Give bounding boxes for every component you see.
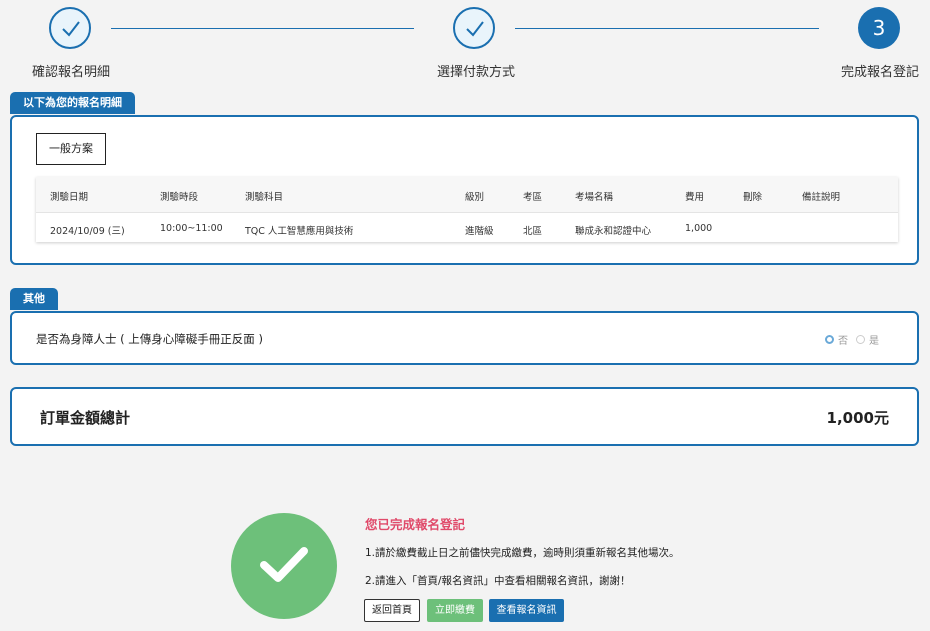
cell-subject: TQC 人工智慧應用與技術 <box>245 226 354 237</box>
col-delete: 刪除 <box>743 192 763 203</box>
other-card: 是否為身障人士 ( 上傳身心障礙手冊正反面 ) 否 是 <box>10 311 919 365</box>
radio-no-label: 否 <box>838 336 848 347</box>
col-remarks: 備註說明 <box>802 192 841 203</box>
check-icon <box>260 547 308 582</box>
cell-region: 北區 <box>523 226 543 237</box>
total-label: 訂單金額總計 <box>40 409 131 427</box>
completion-title: 您已完成報名登記 <box>365 517 466 532</box>
step-connector-1 <box>111 28 414 29</box>
step-2-label: 選擇付款方式 <box>437 65 516 80</box>
total-card: 訂單金額總計 1,000元 <box>10 387 919 446</box>
step-2-check <box>453 7 495 49</box>
cell-fee: 1,000 <box>685 223 713 234</box>
check-icon <box>62 21 80 37</box>
step-1-check <box>49 7 91 49</box>
registration-tab: 以下為您的報名明細 <box>10 92 135 114</box>
success-badge <box>231 513 337 619</box>
cell-time: 10:00~11:00 <box>160 223 223 234</box>
cell-level: 進階級 <box>465 226 494 237</box>
col-subject: 測驗科目 <box>245 192 284 203</box>
registration-table: 測驗日期 測驗時段 測驗科目 級別 考區 考場名稱 費用 刪除 備註說明 202… <box>36 177 898 242</box>
col-region: 考區 <box>523 192 543 203</box>
radio-yes-label: 是 <box>869 336 879 347</box>
col-time: 測驗時段 <box>160 192 199 203</box>
back-home-button[interactable]: 返回首頁 <box>364 599 420 622</box>
completion-note-1: 1.請於繳費截止日之前儘快完成繳費，逾時則須重新報名其他場次。 <box>365 547 680 559</box>
total-amount: 1,000元 <box>826 409 889 427</box>
disability-question: 是否為身障人士 ( 上傳身心障礙手冊正反面 ) <box>36 332 263 346</box>
registration-card: 一般方案 測驗日期 測驗時段 測驗科目 級別 考區 考場名稱 費用 刪除 備註說… <box>10 115 919 265</box>
step-1-label: 確認報名明細 <box>32 65 111 80</box>
disability-radio-group: 否 是 <box>825 332 887 347</box>
other-tab: 其他 <box>10 288 58 310</box>
step-connector-2 <box>515 28 819 29</box>
view-registration-button[interactable]: 查看報名資訊 <box>489 599 564 622</box>
radio-yes[interactable] <box>856 335 865 344</box>
plan-badge: 一般方案 <box>36 133 106 165</box>
pay-now-button[interactable]: 立即繳費 <box>427 599 483 622</box>
completion-note-2: 2.請進入「首頁/報名資訊」中查看相關報名資訊，謝謝！ <box>365 575 631 587</box>
cell-date: 2024/10/09 (三) <box>50 226 125 237</box>
radio-no[interactable] <box>825 335 834 344</box>
step-3-label: 完成報名登記 <box>841 65 920 80</box>
col-fee: 費用 <box>685 192 705 203</box>
check-icon <box>466 21 484 37</box>
col-venue: 考場名稱 <box>575 192 614 203</box>
col-date: 測驗日期 <box>50 192 89 203</box>
col-level: 級別 <box>465 192 485 203</box>
table-header: 測驗日期 測驗時段 測驗科目 級別 考區 考場名稱 費用 刪除 備註說明 <box>36 177 898 213</box>
step-3-number: 3 <box>858 7 900 49</box>
cell-venue: 聯成永和認證中心 <box>575 226 652 237</box>
table-row: 2024/10/09 (三) 10:00~11:00 TQC 人工智慧應用與技術… <box>36 213 898 242</box>
